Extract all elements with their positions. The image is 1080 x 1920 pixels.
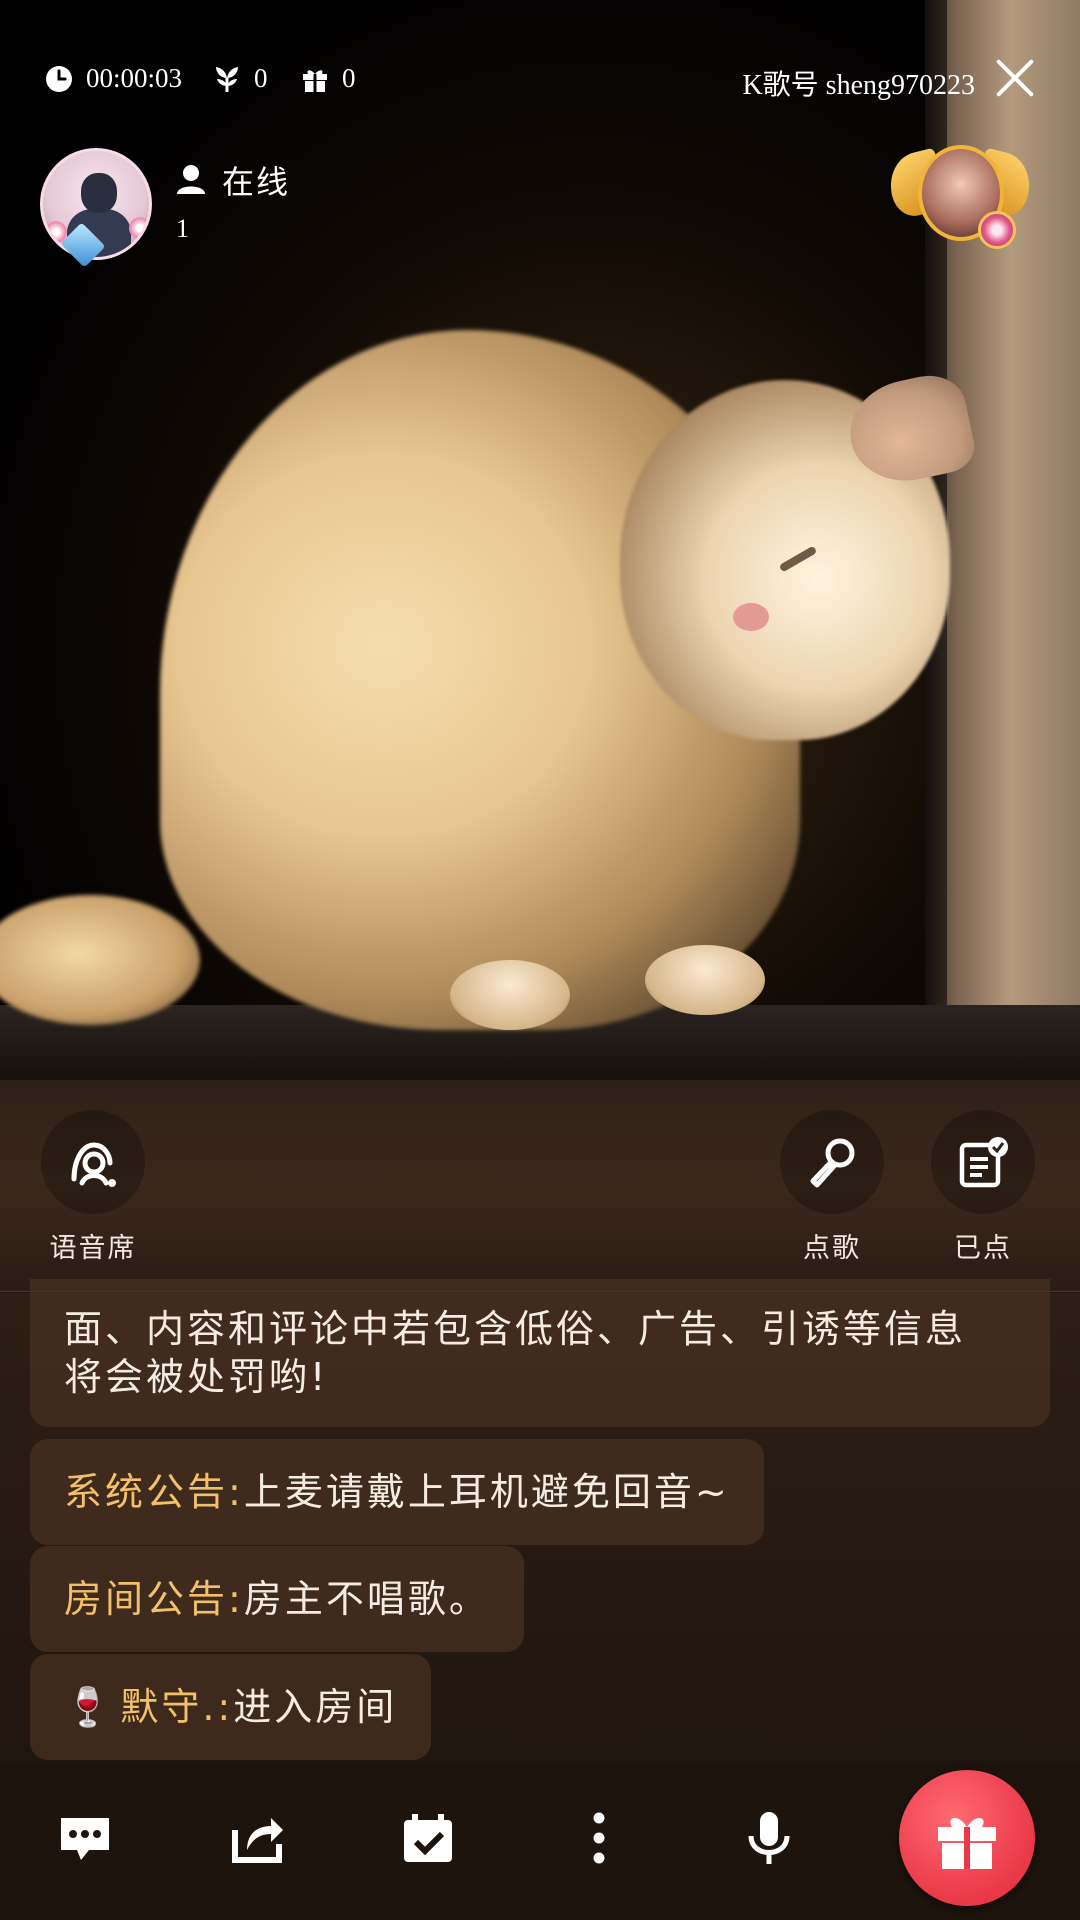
- checkin-button[interactable]: [393, 1803, 463, 1873]
- mic-icon: [748, 1812, 790, 1864]
- live-timer: 00:00:03: [44, 63, 182, 94]
- top-bar: 00:00:03 0 0 K歌号 sheng970223: [0, 55, 1080, 105]
- chat-button[interactable]: [50, 1803, 120, 1873]
- system-announcement: 系统公告: 上麦请戴上耳机避免回音~: [30, 1439, 764, 1545]
- ordered-songs-button[interactable]: 已点: [928, 1110, 1038, 1265]
- online-count: 1: [176, 214, 189, 243]
- voice-seat-icon: [71, 1142, 116, 1187]
- cat-paw: [450, 960, 570, 1030]
- announcement-name: 房间公告:: [64, 1577, 244, 1621]
- gift-count: 0: [300, 63, 356, 94]
- more-button[interactable]: [564, 1803, 634, 1873]
- top-audience-avatar[interactable]: [883, 145, 1037, 250]
- person-icon: [177, 165, 205, 194]
- close-icon[interactable]: [992, 55, 1038, 101]
- flower-count: 0: [212, 63, 268, 94]
- mic-button[interactable]: [734, 1803, 804, 1873]
- announcement-text: 房主不唱歌。: [243, 1577, 490, 1621]
- gift-box-icon: [303, 69, 327, 92]
- wine-glass-icon: 🍷: [64, 1685, 115, 1729]
- enter-text: 进入房间: [233, 1685, 398, 1729]
- rank-badge-icon: [978, 211, 1016, 249]
- announcement-text: 上麦请戴上耳机避免回音~: [243, 1470, 730, 1514]
- send-gift-button[interactable]: [899, 1770, 1035, 1906]
- notice-text-line: 将会被处罚哟!: [64, 1355, 329, 1399]
- flower-icon: [216, 66, 238, 92]
- cat-paw: [645, 945, 765, 1015]
- notice-message: 面、内容和评论中若包含低俗、广告、引诱等信息 将会被处罚哟!: [30, 1279, 1050, 1427]
- gift-icon: [938, 1817, 996, 1869]
- enter-room-message: 🍷 默守.: 进入房间: [30, 1654, 432, 1760]
- chat-feed[interactable]: 面、内容和评论中若包含低俗、广告、引诱等信息 将会被处罚哟! 系统公告: 上麦请…: [0, 1279, 1080, 1763]
- share-icon: [232, 1818, 283, 1863]
- timer-value: 00:00:03: [86, 63, 183, 93]
- flower-value: 0: [254, 63, 268, 93]
- announcement-name: 系统公告:: [64, 1470, 244, 1514]
- clock-icon: [46, 65, 72, 92]
- room-announcement: 房间公告: 房主不唱歌。: [30, 1546, 524, 1652]
- calendar-check-icon: [404, 1814, 452, 1862]
- request-song-button[interactable]: 点歌: [777, 1110, 887, 1265]
- online-label: 在线: [222, 163, 291, 201]
- share-button[interactable]: [222, 1803, 292, 1873]
- voice-seat-button[interactable]: 语音席: [38, 1110, 148, 1265]
- online-status: 在线: [176, 157, 290, 203]
- gift-value: 0: [342, 63, 356, 93]
- karaoke-id: K歌号 sheng970223: [742, 70, 975, 101]
- ordered-list-icon: [959, 1137, 1008, 1188]
- voice-seat-label: 语音席: [49, 1233, 137, 1264]
- ordered-songs-label: 已点: [954, 1233, 1012, 1264]
- control-panel: 语音席 点歌 已点: [0, 1080, 1080, 1292]
- more-vertical-icon: [593, 1812, 605, 1864]
- notice-text-line: 面、内容和评论中若包含低俗、广告、引诱等信息: [64, 1307, 967, 1351]
- chat-bubble-icon: [61, 1818, 109, 1860]
- cat-nose: [733, 603, 769, 631]
- microphone-icon: [810, 1138, 855, 1188]
- request-song-label: 点歌: [803, 1233, 861, 1264]
- user-name[interactable]: 默守.:: [120, 1682, 233, 1732]
